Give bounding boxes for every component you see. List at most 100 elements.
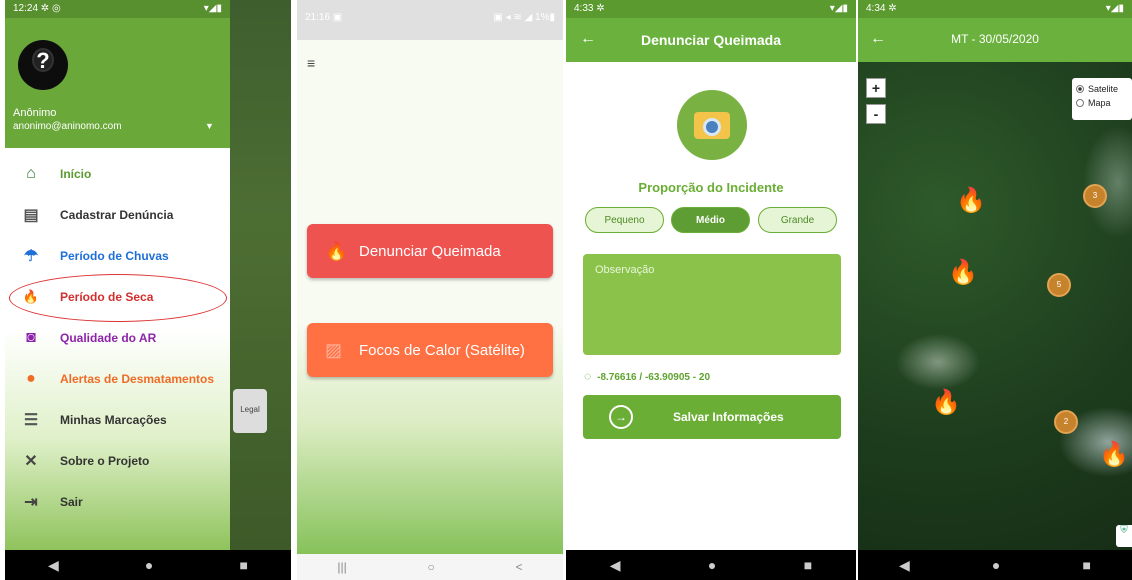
menu-item-label: Qualidade do AR [60, 331, 157, 345]
status-time: 4:33 ✲ [574, 3, 605, 14]
cluster-marker[interactable]: 5 [1047, 273, 1071, 297]
menu-item-label: Sair [60, 495, 83, 509]
layer-option-label: Satelite [1088, 84, 1119, 94]
back-button[interactable]: ◀ [899, 557, 910, 574]
size-small-toggle[interactable]: Pequeno [585, 207, 664, 233]
menu-item-sobre-projeto[interactable]: ✕ Sobre o Projeto [5, 443, 230, 479]
highlight-circle [9, 274, 227, 322]
menu-item-minhas-marcacoes[interactable]: ☰ Minhas Marcações [5, 402, 230, 438]
menu-item-cadastrar-denuncia[interactable]: ▤ Cadastrar Denúncia [5, 197, 230, 233]
recents-button[interactable]: ||| [337, 560, 346, 574]
back-button[interactable]: < [516, 560, 523, 574]
phone-map-screen: 4:34 ✲ ▾◢▮ ← MT - 30/05/2020 + - Satelite … [858, 0, 1132, 580]
status-icons: ▾◢▮ [1105, 3, 1124, 14]
menu-item-label: Sobre o Projeto [60, 454, 150, 468]
status-icons: ▣ ◂ ≋ ◢ 1%▮ [493, 12, 555, 23]
heat-spots-button[interactable]: ▨ Focos de Calor (Satélite) [307, 323, 553, 377]
menu-item-label: Alertas de Desmatamentos [60, 372, 215, 386]
form-icon: ▤ [23, 207, 39, 224]
status-icons: ▾◢▮ [829, 3, 848, 14]
report-fire-button[interactable]: 🔥 Denunciar Queimada [307, 224, 553, 278]
status-bar: 12:24 ✲ ◎ ▾◢▮ [5, 0, 230, 18]
avatar-question-icon: ? [36, 48, 50, 73]
air-quality-icon: ◙ [26, 329, 36, 346]
radio-selected-icon [1076, 85, 1084, 93]
layer-option-map[interactable]: Mapa [1076, 98, 1128, 108]
menu-item-label: Minhas Marcações [60, 413, 167, 427]
coordinates-text: -8.76616 / -63.90905 - 20 [597, 372, 711, 383]
recents-button[interactable]: ■ [1082, 557, 1090, 573]
background-content [230, 0, 291, 550]
login-arrow-icon: → [609, 405, 633, 429]
system-nav-bar: ◀ ● ■ [858, 550, 1132, 580]
report-fire-label: Denunciar Queimada [359, 242, 501, 260]
size-medium-toggle[interactable]: Médio [671, 207, 750, 233]
fire-marker-icon[interactable]: 🔥 [956, 186, 986, 215]
legal-card: Legal [233, 389, 267, 433]
home-button[interactable]: ○ [428, 560, 435, 574]
user-email: anonimo@aninomo.com [13, 121, 122, 132]
home-button[interactable]: ● [145, 557, 153, 573]
umbrella-icon: ☂ [23, 248, 39, 265]
location-icon: ◌ [584, 369, 592, 383]
avatar[interactable]: ? [18, 40, 68, 90]
menu-item-alertas-desmatamentos[interactable]: ● Alertas de Desmatamentos [5, 361, 230, 397]
drawer-header: 12:24 ✲ ◎ ▾◢▮ ? Anônimo anonimo@aninomo.c… [5, 0, 230, 148]
hamburger-menu-icon[interactable]: ≡ [307, 55, 315, 71]
fire-marker-icon[interactable]: 🔥 [1099, 440, 1129, 469]
save-label: Salvar Informações [673, 410, 784, 424]
home-button[interactable]: ● [992, 557, 1000, 573]
menu-item-sair[interactable]: ⇥ Sair [5, 484, 230, 520]
fire-icon: 🔥 [325, 240, 348, 261]
shield-icon[interactable]: ⛨ [1116, 525, 1132, 547]
tools-icon: ✕ [24, 453, 38, 470]
status-time: 21:16 ▣ [305, 12, 343, 23]
home-content [297, 40, 563, 554]
save-button[interactable]: → Salvar Informações [583, 395, 841, 439]
app-bar: ← MT - 30/05/2020 [858, 18, 1132, 62]
navigation-drawer: 12:24 ✲ ◎ ▾◢▮ ? Anônimo anonimo@aninomo.c… [5, 0, 230, 550]
zoom-out-button[interactable]: - [866, 104, 886, 124]
camera-button[interactable] [677, 90, 747, 160]
menu-item-qualidade-ar[interactable]: ◙ Qualidade do AR [5, 320, 230, 356]
alert-icon: ● [26, 370, 36, 387]
zoom-in-button[interactable]: + [866, 78, 886, 98]
app-bar: ← Denunciar Queimada [566, 18, 856, 62]
cluster-marker[interactable]: 3 [1083, 184, 1107, 208]
layer-option-label: Mapa [1088, 98, 1111, 108]
menu-item-label: Cadastrar Denúncia [60, 208, 174, 222]
fire-marker-icon[interactable]: 🔥 [948, 258, 978, 287]
user-name: Anônimo [13, 107, 57, 119]
list-icon: ☰ [23, 412, 39, 429]
proportion-label: Proporção do Incidente [638, 180, 784, 195]
status-icons: ▾◢▮ [203, 3, 222, 14]
cluster-marker[interactable]: 2 [1054, 410, 1078, 434]
map-layer-selector: Satelite Mapa [1072, 78, 1132, 120]
menu-item-inicio[interactable]: ⌂ Início [5, 156, 230, 192]
status-bar: 4:34 ✲ ▾◢▮ [858, 0, 1132, 18]
menu-item-label: Período de Chuvas [60, 249, 169, 263]
phone-report-screen: 4:33 ✲ ▾◢▮ ← Denunciar Queimada Proporção … [566, 0, 856, 580]
back-button[interactable]: ◀ [610, 557, 621, 574]
status-bar: 21:16 ▣ ▣ ◂ ≋ ◢ 1%▮ [297, 0, 563, 40]
recents-button[interactable]: ■ [804, 557, 812, 573]
satellite-map[interactable] [858, 62, 1132, 550]
status-bar: 4:33 ✲ ▾◢▮ [566, 0, 856, 18]
fire-marker-icon[interactable]: 🔥 [931, 388, 961, 417]
back-button[interactable]: ◀ [48, 557, 59, 574]
status-time: 4:34 ✲ [866, 3, 897, 14]
page-title: Denunciar Queimada [640, 32, 782, 48]
menu-item-periodo-chuvas[interactable]: ☂ Período de Chuvas [5, 238, 230, 274]
exit-icon: ⇥ [24, 494, 38, 511]
size-large-toggle[interactable]: Grande [758, 207, 837, 233]
layer-option-satellite[interactable]: Satelite [1076, 84, 1128, 94]
system-nav-bar: ◀ ● ■ [566, 550, 856, 580]
menu-item-label: Início [60, 167, 92, 181]
account-dropdown-icon[interactable]: ▼ [205, 121, 214, 131]
observation-textarea[interactable]: Observação [583, 254, 841, 355]
camera-lens-icon [703, 118, 721, 136]
phone-drawer-screen: Legal 12:24 ✲ ◎ ▾◢▮ ? Anônimo anonimo@ani… [5, 0, 291, 580]
home-button[interactable]: ● [708, 557, 716, 573]
image-icon: ▨ [325, 339, 343, 360]
recents-button[interactable]: ■ [239, 557, 247, 573]
